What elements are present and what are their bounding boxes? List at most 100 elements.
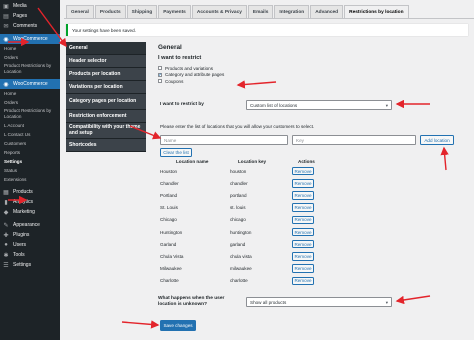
admin-menu-label: Pages (13, 13, 28, 19)
clear-list-button[interactable]: Clear the list (160, 148, 192, 157)
location-key: garland (230, 241, 246, 247)
settings-menu-products-per-location[interactable]: Products per location (66, 68, 146, 81)
location-name: Chandler (160, 180, 179, 186)
unknown-location-value: Show all products (250, 299, 287, 305)
tab-restrictions-by-location[interactable]: Restrictions by location (344, 5, 409, 18)
settings-menu-restriction-enforcement[interactable]: Restriction enforcement (66, 110, 146, 123)
remove-button[interactable]: Remove (292, 264, 314, 273)
tab-products[interactable]: Products (94, 5, 126, 18)
restrict-by-select[interactable]: Custom list of locations ▾ (246, 100, 392, 110)
tab-payments[interactable]: Payments (158, 5, 191, 18)
section-title: General (158, 44, 182, 51)
admin-menu-appearance[interactable]: ✎ Appearance (0, 220, 60, 230)
admin-submenu-reports[interactable]: Reports (0, 148, 60, 157)
settings-menu-compatibility-with-your-theme-and-setup[interactable]: Compatibility with your theme and setup (66, 123, 146, 139)
admin-menu-users[interactable]: ● Users (0, 240, 60, 250)
row-actions: Remove (292, 179, 332, 188)
remove-button[interactable]: Remove (292, 191, 314, 200)
table-row: Chula Vista chula vista Remove (158, 250, 338, 262)
remove-button[interactable]: Remove (292, 203, 314, 212)
admin-submenu-l-account[interactable]: L Account (0, 121, 60, 130)
remove-button[interactable]: Remove (292, 252, 314, 261)
row-actions: Remove (292, 239, 332, 249)
remove-button[interactable]: Remove (292, 227, 314, 237)
admin-menu-label: Appearance (13, 222, 40, 228)
comments-icon: ✉ (3, 23, 9, 30)
admin-submenu-extensions[interactable]: Extensions (0, 175, 60, 184)
unknown-location-label: What happens when the user location is u… (158, 296, 225, 307)
restrict-option: Coupons (158, 78, 468, 84)
tab-accounts-privacy[interactable]: Accounts & Privacy (191, 5, 247, 18)
admin-submenu-customers[interactable]: Customers (0, 139, 60, 148)
location-key-input[interactable]: Key (292, 135, 416, 145)
table-row: St. Louis st. louis Remove (158, 202, 338, 214)
admin-menu-woocommerce[interactable]: ◉ WooCommerce (0, 79, 60, 89)
admin-menu-marketing[interactable]: ◆ Marketing (0, 207, 60, 217)
restrict-option-label: Coupons (165, 78, 184, 84)
admin-submenu-l-contact-us[interactable]: L Contact Us (0, 130, 60, 139)
admin-menu-plugins[interactable]: ✚ Plugins (0, 230, 60, 240)
admin-menu-label: Settings (13, 262, 32, 268)
table-row: Houston houston Remove (158, 165, 338, 177)
settings-menu-category-pages-per-location[interactable]: Category pages per location (66, 94, 146, 110)
row-actions: Remove (292, 166, 332, 176)
admin-menu-label: Marketing (13, 209, 35, 215)
add-location-button[interactable]: Add location (420, 135, 454, 145)
tab-integration[interactable]: Integration (274, 5, 310, 18)
remove-button[interactable]: Remove (292, 166, 314, 176)
remove-button[interactable]: Remove (292, 276, 314, 286)
location-name-input[interactable]: Name (160, 135, 288, 145)
appearance-icon: ✎ (3, 222, 9, 229)
settings-form: General I want to restrict Products and … (158, 44, 468, 331)
admin-menu-label: Plugins (13, 232, 30, 238)
unknown-location-select[interactable]: Show all products ▾ (246, 297, 392, 307)
admin-submenu-product-restrictions-by-location[interactable]: Product Restrictions by Location (0, 62, 60, 76)
tab-shipping[interactable]: Shipping (126, 5, 158, 18)
admin-menu-products[interactable]: ▦ Products (0, 187, 60, 197)
admin-menu-label: Tools (13, 252, 25, 258)
location-name: Houston (160, 168, 178, 174)
tab-advanced[interactable]: Advanced (310, 5, 344, 18)
location-name: St. Louis (160, 205, 178, 211)
tab-divider (64, 18, 474, 19)
tab-emails[interactable]: Emails (247, 5, 274, 18)
admin-menu-label: WooCommerce (13, 36, 48, 42)
table-row: Portland portland Remove (158, 189, 338, 201)
admin-menu-analytics[interactable]: ▮ Analytics (0, 197, 60, 207)
restrict-options: Products and variations ✔ Category and att… (158, 65, 468, 84)
checkbox[interactable]: ✔ (158, 72, 162, 77)
admin-menu-media[interactable]: ▣ Media (0, 1, 60, 11)
admin-submenu-home[interactable]: Home (0, 44, 60, 53)
admin-menu-tools[interactable]: ✱ Tools (0, 250, 60, 260)
admin-submenu-product-restrictions-by-location[interactable]: Product Restrictions by Location (0, 107, 60, 121)
table-row: Milwaukee milwaukee Remove (158, 263, 338, 275)
settings-menu-header-selector[interactable]: Header selector (66, 55, 146, 68)
admin-menu-settings[interactable]: ☰ Settings (0, 260, 60, 270)
settings-menu-shortcodes[interactable]: Shortcodes (66, 139, 146, 152)
arrow-to-save (121, 320, 160, 329)
remove-button[interactable]: Remove (292, 239, 314, 249)
woo-icon: ◉ (3, 81, 9, 88)
admin-menu-comments[interactable]: ✉ Comments (0, 21, 60, 31)
admin-submenu-home[interactable]: Home (0, 89, 60, 98)
admin-submenu-orders[interactable]: Orders (0, 53, 60, 62)
settings-tabs: General Products Shipping Payments Accounts … (66, 5, 409, 18)
admin-submenu-orders[interactable]: Orders (0, 98, 60, 107)
tab-general[interactable]: General (66, 5, 94, 18)
admin-submenu-settings[interactable]: Settings (0, 157, 60, 166)
save-changes-button[interactable]: Save changes (160, 320, 196, 331)
media-icon: ▣ (3, 3, 9, 10)
admin-submenu-status[interactable]: Status (0, 166, 60, 175)
settings-menu-variations-per-location[interactable]: Variations per location (66, 81, 146, 94)
settings-icon: ☰ (3, 262, 9, 269)
restrict-option-label: Category and attribute pages (165, 72, 225, 77)
checkbox[interactable] (158, 79, 162, 83)
admin-menu-woocommerce[interactable]: ◉ WooCommerce (0, 34, 60, 44)
remove-button[interactable]: Remove (292, 215, 314, 225)
restrict-by-label: I want to restrict by (160, 102, 204, 107)
admin-sidebar: ▣ Media ▤ Pages ✉ Comments ◉ WooCommerce Home Ord… (0, 0, 60, 340)
admin-menu-pages[interactable]: ▤ Pages (0, 11, 60, 21)
remove-button[interactable]: Remove (292, 179, 314, 188)
checkbox[interactable] (158, 66, 162, 70)
settings-menu-general[interactable]: General (66, 42, 146, 55)
